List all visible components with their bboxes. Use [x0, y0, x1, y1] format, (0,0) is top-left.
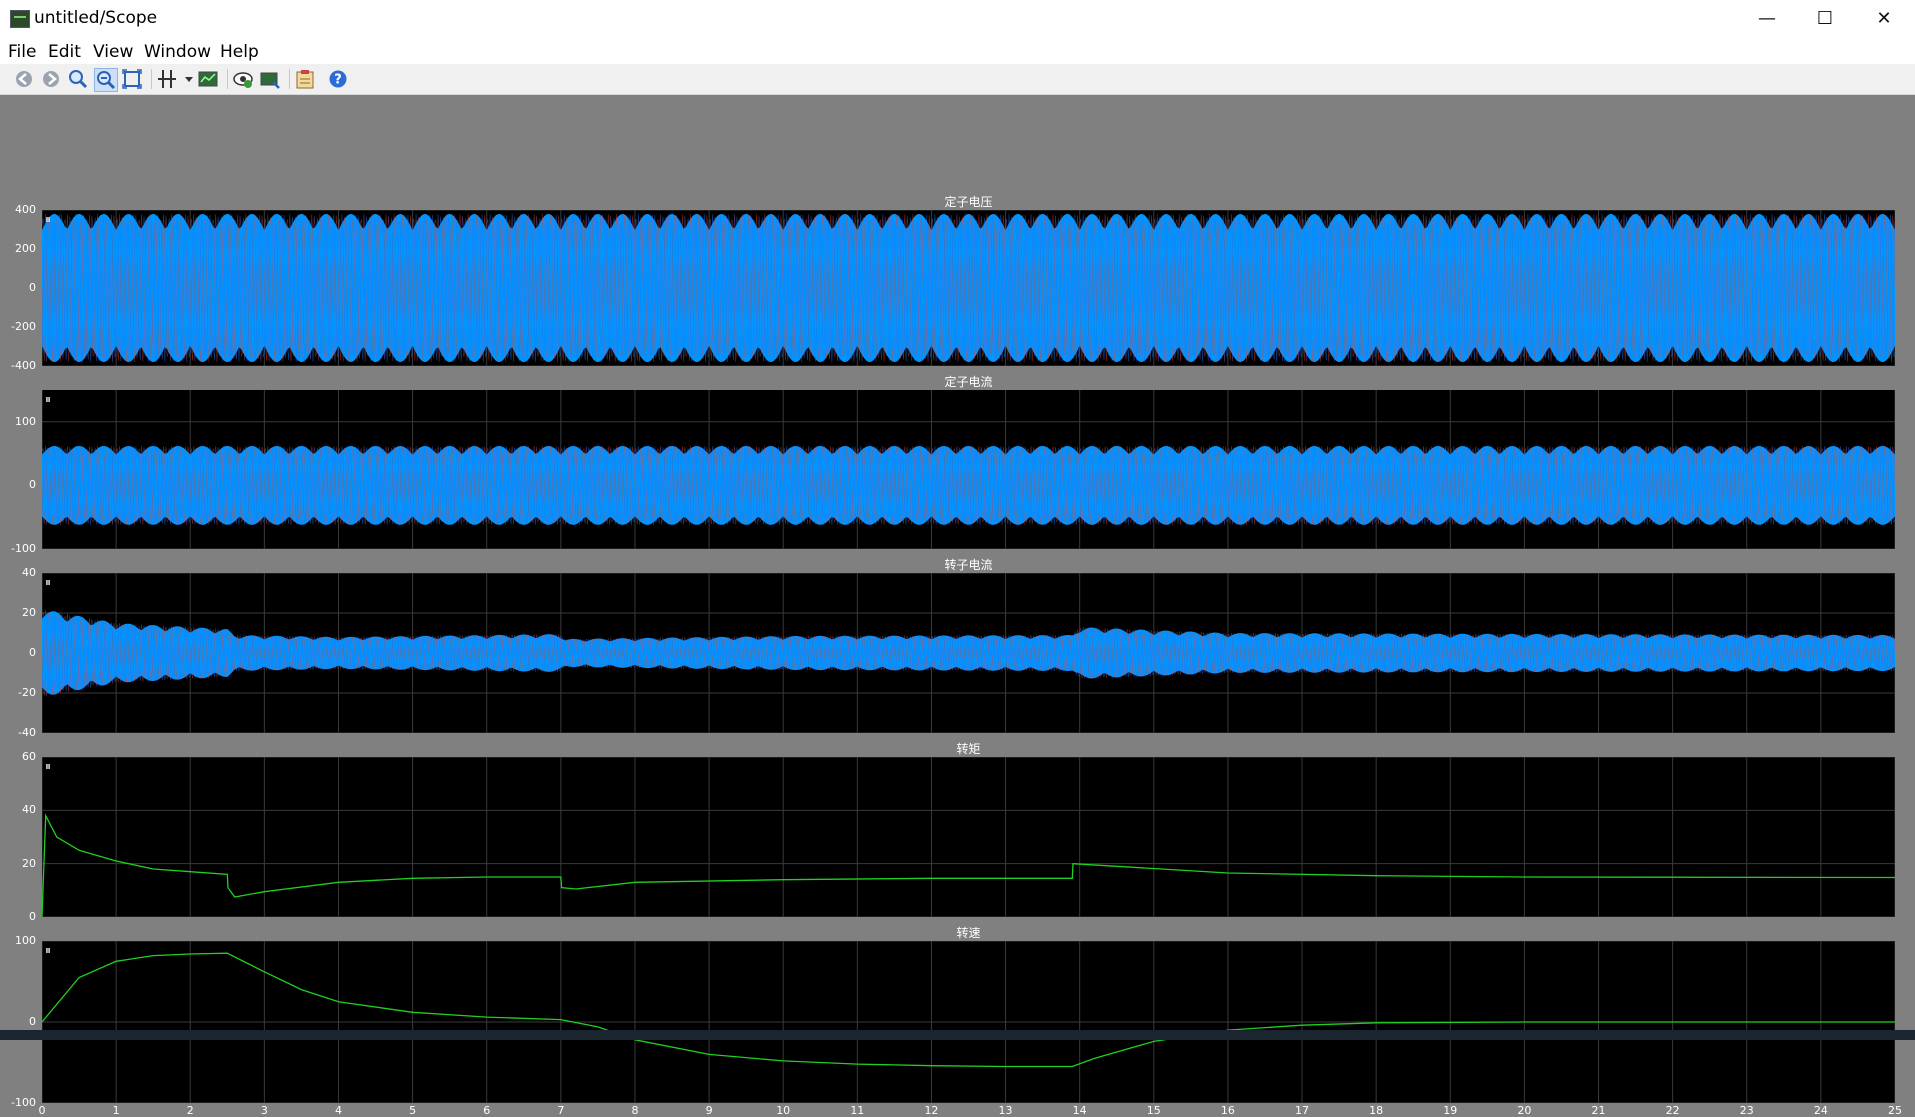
y-tick-label: 200: [15, 242, 36, 255]
forward-icon[interactable]: [40, 68, 62, 90]
x-tick-label: 23: [1739, 1104, 1754, 1117]
axes-marker-icon[interactable]: ⏸: [45, 392, 51, 407]
menu-bar: File Edit View Window Help: [0, 38, 1915, 64]
menu-file[interactable]: File: [8, 42, 36, 62]
properties-icon[interactable]: [294, 68, 316, 90]
axes-title: 定子电压: [944, 195, 993, 209]
x-tick-label: 19: [1443, 1104, 1458, 1117]
y-tick-label: -100: [11, 542, 36, 555]
x-tick-label: 1: [112, 1104, 120, 1117]
back-icon[interactable]: [13, 68, 35, 90]
y-tick-label: -200: [11, 320, 36, 333]
x-tick-label: 13: [998, 1104, 1013, 1117]
x-tick-label: 12: [924, 1104, 939, 1117]
axes-title: 转矩: [956, 742, 981, 756]
toolbar: ?: [0, 64, 1915, 95]
y-tick-label: 20: [22, 606, 36, 619]
plot-canvas: [42, 390, 1895, 549]
x-tick-label: 22: [1665, 1104, 1680, 1117]
toolbar-separator: [151, 69, 152, 89]
axes-marker-icon[interactable]: ⏸: [45, 943, 51, 958]
x-tick-label: 4: [334, 1104, 342, 1117]
menu-view[interactable]: View: [93, 42, 133, 62]
window-title: untitled/Scope: [34, 8, 158, 28]
plot-axes[interactable]: [42, 390, 1895, 549]
x-tick-label: 3: [260, 1104, 268, 1117]
axes-marker-icon[interactable]: ⏸: [45, 212, 51, 227]
toolbar-separator: [289, 69, 290, 89]
y-tick-label: 20: [22, 856, 36, 870]
zoom-out-icon[interactable]: [94, 68, 118, 92]
scope-app-icon: [10, 10, 30, 28]
x-tick-label: 10: [776, 1104, 791, 1117]
minimize-button[interactable]: —: [1738, 0, 1796, 38]
y-tick-label: 0: [29, 646, 36, 659]
toolbar-separator: [227, 69, 228, 89]
axes-marker-icon[interactable]: ⏸: [45, 759, 51, 774]
plot-axes[interactable]: [42, 210, 1895, 366]
y-tick-label: 0: [29, 281, 36, 294]
y-tick-label: 0: [29, 910, 36, 923]
highlight-icon[interactable]: [232, 68, 254, 90]
menu-window[interactable]: Window: [144, 42, 211, 62]
x-tick-label: 24: [1813, 1104, 1828, 1117]
x-tick-label: 20: [1517, 1104, 1532, 1117]
menu-help[interactable]: Help: [220, 42, 259, 62]
plot-axes[interactable]: [42, 573, 1895, 733]
y-tick-label: 0: [29, 1015, 36, 1028]
close-button[interactable]: ✕: [1855, 0, 1913, 38]
x-tick-label: 18: [1369, 1104, 1384, 1117]
svg-text:?: ?: [334, 73, 342, 88]
series-line: [42, 952, 1895, 1068]
help-icon[interactable]: ?: [327, 68, 349, 90]
plot-canvas: [42, 210, 1895, 366]
scope-display: 定子电压 400 200 0 -200 -400 ⏸ 定子电流 100 0 -100 ⏸ 转子电流 40 2…: [0, 95, 1915, 1117]
title-bar: untitled/Scope — ☐ ✕: [0, 0, 1915, 38]
y-tick-label: -400: [11, 359, 36, 372]
x-tick-label: 2: [186, 1104, 194, 1117]
plot-axes[interactable]: [42, 941, 1895, 1103]
scope-params-icon[interactable]: [197, 68, 219, 90]
x-tick-label: 15: [1146, 1104, 1161, 1117]
y-tick-label: 100: [15, 934, 36, 947]
y-tick-label: -40: [18, 726, 36, 739]
dropdown-arrow-icon[interactable]: [178, 68, 193, 90]
zoom-in-icon[interactable]: [67, 68, 89, 90]
axes-title: 转速: [956, 926, 981, 940]
menu-edit[interactable]: Edit: [48, 42, 81, 62]
x-tick-label: 9: [705, 1104, 713, 1117]
plot-axes[interactable]: [42, 757, 1895, 917]
x-tick-label: 5: [409, 1104, 417, 1117]
y-tick-label: 60: [22, 750, 36, 763]
series-line: [42, 813, 1895, 917]
x-tick-label: 0: [38, 1104, 46, 1117]
taskbar-strip: [0, 1030, 1915, 1040]
axes-marker-icon[interactable]: ⏸: [45, 575, 51, 590]
x-tick-label: 11: [850, 1104, 865, 1117]
y-tick-label: -20: [18, 686, 36, 699]
x-tick-label: 6: [483, 1104, 491, 1117]
y-tick-label: 100: [15, 414, 36, 428]
axes-title: 转子电流: [944, 558, 993, 572]
plot-canvas: [42, 757, 1895, 917]
x-tick-label: 8: [631, 1104, 639, 1117]
x-tick-label: 17: [1295, 1104, 1310, 1117]
x-tick-label: 16: [1220, 1104, 1235, 1117]
x-tick-label: 14: [1072, 1104, 1087, 1117]
plot-canvas: [42, 573, 1895, 733]
y-tick-label: 400: [15, 203, 36, 216]
y-tick-label: 40: [22, 803, 36, 817]
plot-canvas: [42, 941, 1895, 1103]
zoom-box-icon[interactable]: [121, 68, 143, 90]
y-tick-label: 40: [22, 566, 36, 579]
export-icon[interactable]: [259, 68, 281, 90]
x-tick-label: 25: [1888, 1104, 1902, 1117]
x-tick-label: 7: [557, 1104, 565, 1117]
cursor-measure-icon[interactable]: [156, 68, 178, 90]
x-tick-label: 21: [1591, 1104, 1606, 1117]
maximize-button[interactable]: ☐: [1796, 0, 1854, 38]
axes-title: 定子电流: [944, 375, 993, 389]
y-tick-label: 0: [29, 478, 36, 492]
